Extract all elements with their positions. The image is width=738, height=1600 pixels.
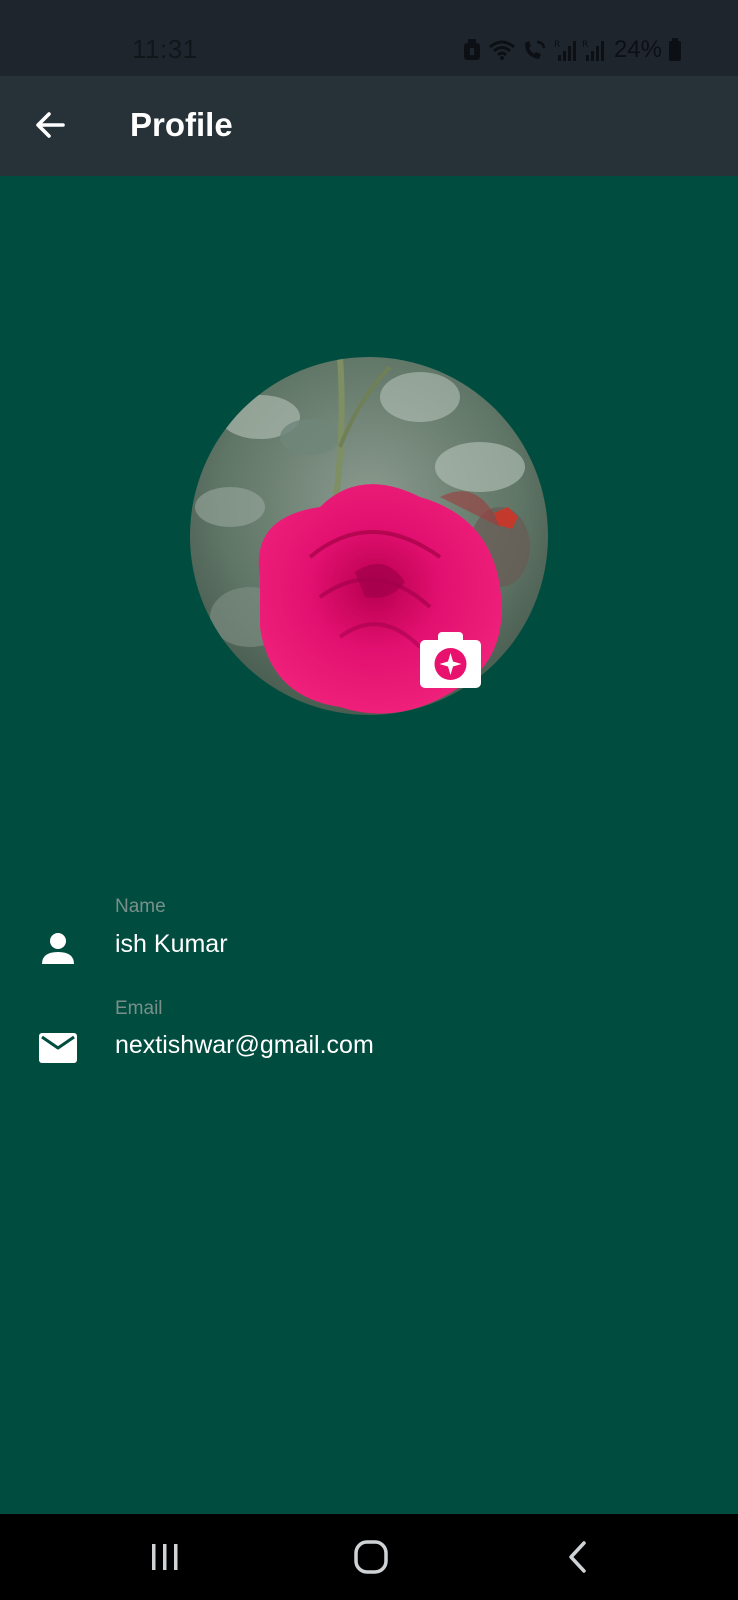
- email-label: Email: [115, 998, 163, 1019]
- wifi-icon: [488, 39, 516, 61]
- home-icon: [354, 1540, 388, 1574]
- nav-back-button[interactable]: [548, 1532, 608, 1582]
- name-label: Name: [115, 896, 166, 917]
- status-icons: R R 24%: [462, 36, 682, 64]
- name-value: ish Kumar: [115, 930, 228, 958]
- back-chevron-icon: [569, 1541, 586, 1573]
- system-nav-bar: [0, 1514, 738, 1600]
- name-row[interactable]: Name ish Kumar: [0, 896, 738, 966]
- signal-icon: R: [554, 38, 576, 62]
- wifi-calling-icon: [522, 39, 548, 61]
- mail-icon: [38, 1028, 78, 1068]
- back-button[interactable]: [26, 101, 74, 149]
- svg-text:R: R: [554, 40, 560, 50]
- recents-button[interactable]: [135, 1532, 195, 1582]
- status-time: 11:31: [132, 34, 198, 64]
- status-bar: 11:31 R R 24%: [0, 0, 738, 76]
- email-value: nextishwar@gmail.com: [115, 1031, 374, 1059]
- camera-icon: [420, 632, 481, 688]
- arrow-left-icon: [36, 112, 65, 138]
- rose-photo: [190, 357, 548, 715]
- signal-icon: R: [582, 38, 604, 62]
- app-bar: Profile: [0, 76, 738, 176]
- svg-text:R: R: [582, 40, 588, 50]
- battery-percent: 24%: [613, 36, 662, 63]
- profile-avatar[interactable]: [190, 357, 548, 715]
- alarm-icon: [462, 38, 482, 62]
- battery-icon: [668, 38, 682, 62]
- page-title: Profile: [130, 106, 233, 143]
- recents-icon: [152, 1544, 178, 1570]
- change-photo-button[interactable]: [420, 632, 481, 690]
- email-row[interactable]: Email nextishwar@gmail.com: [0, 998, 738, 1068]
- home-button[interactable]: [341, 1532, 401, 1582]
- person-icon: [38, 928, 78, 968]
